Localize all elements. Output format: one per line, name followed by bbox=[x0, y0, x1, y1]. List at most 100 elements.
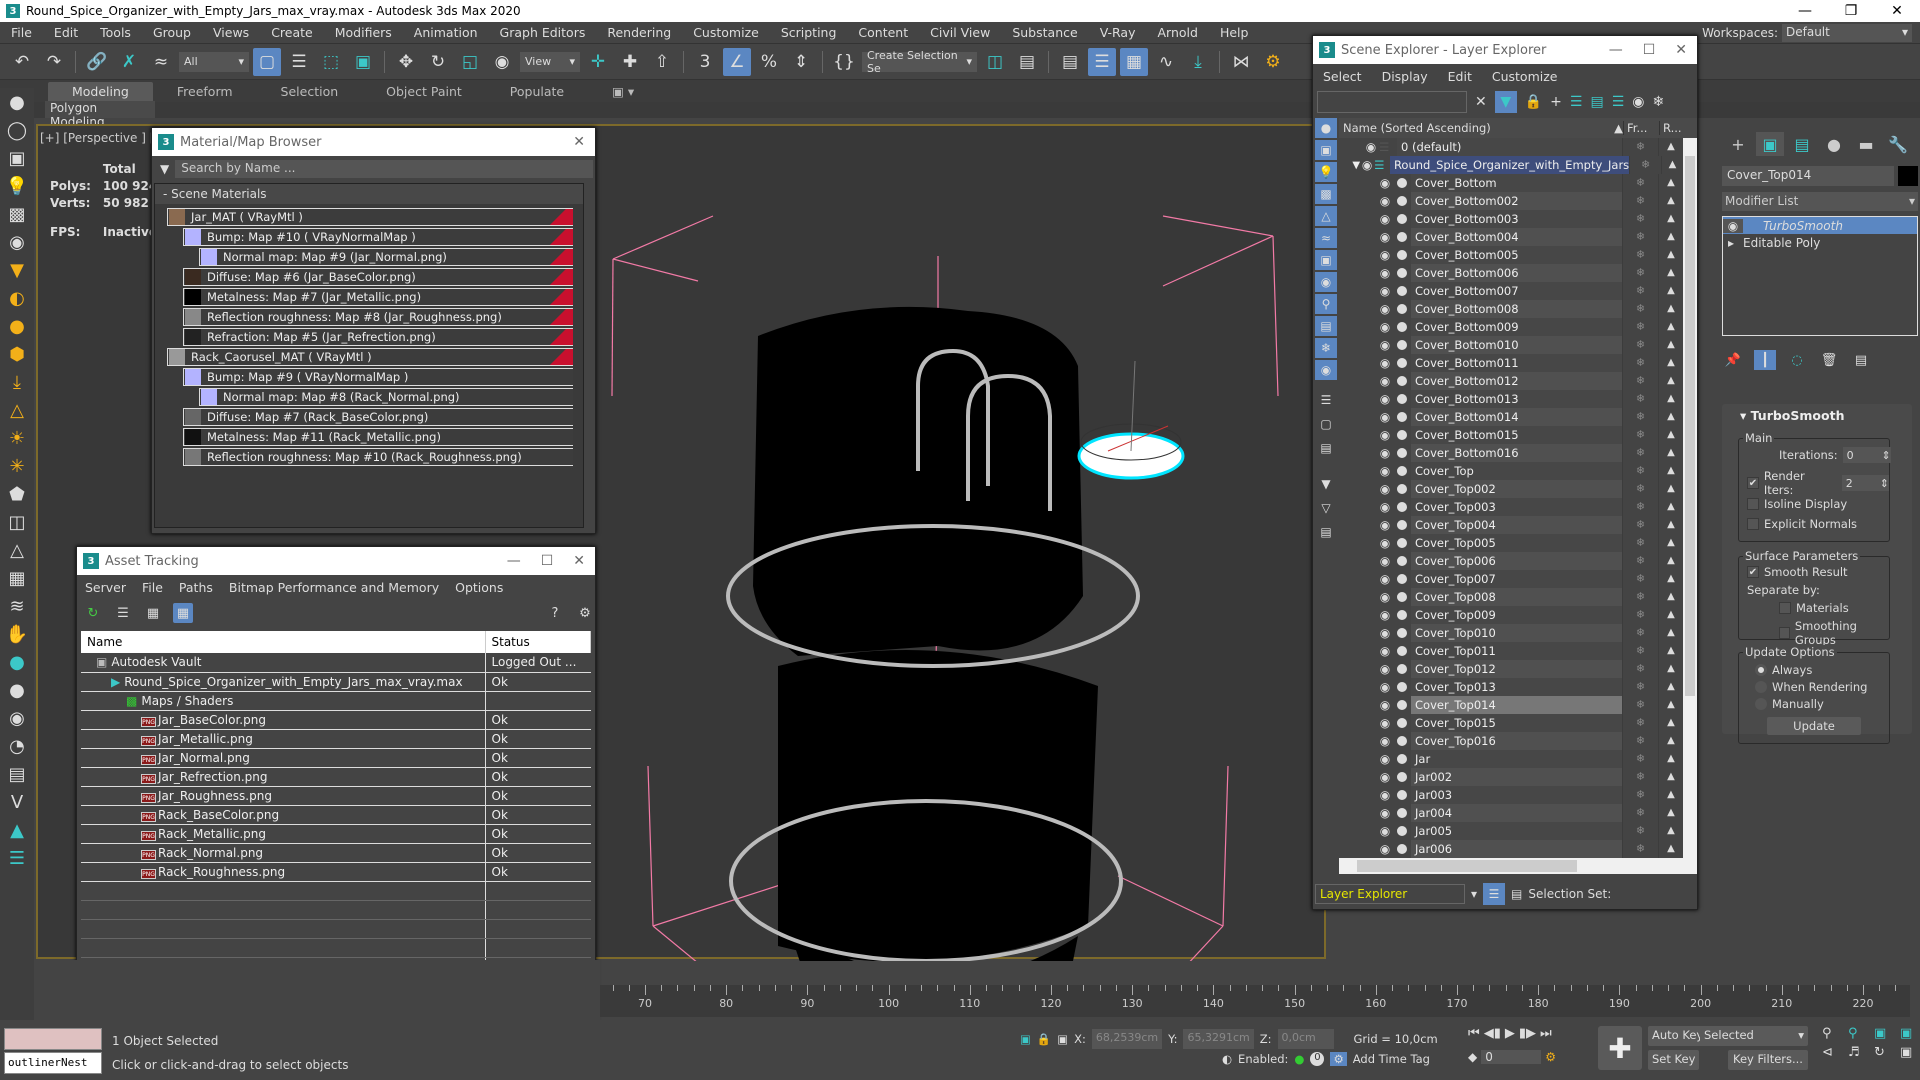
undo-icon[interactable]: ↶ bbox=[8, 48, 36, 76]
window-crossing-icon[interactable]: ▣ bbox=[349, 48, 377, 76]
tree-item[interactable]: ◉ Cover_Bottom002 ❄ ▲ bbox=[1339, 192, 1683, 210]
geosphere-icon[interactable]: ⬢ bbox=[2, 340, 32, 368]
eye-icon[interactable]: ◉ bbox=[1377, 320, 1393, 334]
renderable-teapot-icon[interactable]: ▲ bbox=[1659, 750, 1683, 768]
renderable-teapot-icon[interactable]: ▲ bbox=[1659, 840, 1683, 858]
renderable-teapot-icon[interactable]: ▲ bbox=[1659, 678, 1683, 696]
eye-icon[interactable]: ◉ bbox=[1377, 824, 1393, 838]
render-iters-spinner[interactable]: 2 ⇕ bbox=[1841, 475, 1889, 491]
tree-item[interactable]: ◉ ☰ 0 (default) ❄ ▲ bbox=[1339, 138, 1683, 156]
scene-explorer-icon[interactable]: ☰ bbox=[1088, 47, 1116, 76]
box-primitive-icon[interactable]: ⬟ bbox=[2, 480, 32, 508]
camera-icon[interactable]: ◉ bbox=[2, 228, 32, 256]
freeze-icon[interactable]: ❄ bbox=[1623, 624, 1659, 642]
chevron-down-icon[interactable]: ▾ bbox=[1471, 887, 1477, 901]
freeze-icon[interactable]: ❄ bbox=[1623, 426, 1659, 444]
freeze-icon[interactable]: ❄ bbox=[1623, 138, 1659, 156]
material-icon[interactable]: ◔ bbox=[2, 732, 32, 760]
tree-item[interactable]: ◉ Cover_Top008 ❄ ▲ bbox=[1339, 588, 1683, 606]
renderable-teapot-icon[interactable]: ▲ bbox=[1659, 390, 1683, 408]
eye-icon[interactable]: ◉ bbox=[1377, 806, 1393, 820]
table-row[interactable]: PNG Rack_BaseColor.png Ok bbox=[81, 805, 591, 825]
keyboard-shortcut-icon[interactable]: ⇧ bbox=[648, 48, 676, 76]
light-icon[interactable]: 💡 bbox=[2, 172, 32, 200]
eye-icon[interactable]: ◉ bbox=[1377, 302, 1393, 316]
workspaces-dropdown[interactable]: Default ▾ bbox=[1782, 23, 1912, 42]
tree-item[interactable]: ◉ Cover_Bottom005 ❄ ▲ bbox=[1339, 246, 1683, 264]
curve-editor-icon[interactable]: ∿ bbox=[1152, 48, 1180, 76]
find-input[interactable] bbox=[1317, 91, 1467, 113]
eye-icon[interactable]: ◉ bbox=[1377, 446, 1393, 460]
display-shapes-icon[interactable]: ▣ bbox=[1315, 140, 1337, 160]
zoom-icon[interactable]: ⚲ bbox=[1822, 1026, 1844, 1041]
next-frame-icon[interactable]: ▮▶ bbox=[1519, 1026, 1536, 1041]
eye-icon[interactable]: ◉ bbox=[1377, 608, 1393, 622]
eye-icon[interactable]: ◉ bbox=[1377, 590, 1393, 604]
eye-icon[interactable]: ◉ bbox=[1377, 284, 1393, 298]
tree-item[interactable]: ◉ Cover_Top012 ❄ ▲ bbox=[1339, 660, 1683, 678]
goto-end-icon[interactable]: ⏭ bbox=[1540, 1026, 1552, 1041]
tab-modeling[interactable]: Modeling bbox=[48, 81, 153, 101]
tab-object-paint[interactable]: Object Paint bbox=[362, 84, 486, 99]
viewport-label[interactable]: [+] [Perspective ] [St bbox=[40, 131, 167, 145]
column-frozen[interactable]: Fr... bbox=[1624, 121, 1660, 135]
renderable-teapot-icon[interactable]: ▲ bbox=[1659, 696, 1683, 714]
display-xrefs-icon[interactable]: ◉ bbox=[1315, 272, 1337, 292]
close-button[interactable]: ✕ bbox=[1874, 3, 1920, 19]
renderable-teapot-icon[interactable]: ▲ bbox=[1659, 570, 1683, 588]
display-cameras-icon[interactable]: ▩ bbox=[1315, 184, 1337, 204]
map-row[interactable]: Bump: Map #9 ( VRayNormalMap ) bbox=[183, 368, 573, 386]
time-config-icon[interactable]: ⚙ bbox=[1545, 1050, 1556, 1064]
render-setup-icon[interactable]: ⚙ bbox=[1259, 48, 1287, 76]
freeze-icon[interactable]: ❄ bbox=[1623, 318, 1659, 336]
tree-item[interactable]: ◉ Cover_Bottom004 ❄ ▲ bbox=[1339, 228, 1683, 246]
renderable-teapot-icon[interactable]: ▲ bbox=[1659, 192, 1683, 210]
freeze-icon[interactable]: ❄ bbox=[1623, 354, 1659, 372]
tree-item[interactable]: ◉ Jar003 ❄ ▲ bbox=[1339, 786, 1683, 804]
eye-icon[interactable]: ◉ bbox=[1377, 536, 1393, 550]
eye-icon[interactable]: ◉ bbox=[1377, 392, 1393, 406]
tree-item[interactable]: ◉ Cover_Top004 ❄ ▲ bbox=[1339, 516, 1683, 534]
hierarchy-mode-icon[interactable]: ▤ bbox=[1511, 887, 1522, 901]
menu-arnold[interactable]: Arnold bbox=[1147, 25, 1209, 40]
renderable-teapot-icon[interactable]: ▲ bbox=[1659, 660, 1683, 678]
eye-icon[interactable]: ◉ bbox=[1377, 518, 1393, 532]
tree-item[interactable]: ◉ Jar006 ❄ ▲ bbox=[1339, 840, 1683, 858]
horizontal-scrollbar[interactable] bbox=[1339, 858, 1697, 874]
renderable-teapot-icon[interactable]: ▲ bbox=[1659, 372, 1683, 390]
renderable-teapot-icon[interactable]: ▲ bbox=[1659, 318, 1683, 336]
when-rendering-radio[interactable] bbox=[1755, 681, 1767, 693]
renderable-teapot-icon[interactable]: ▲ bbox=[1659, 498, 1683, 516]
iterations-spinner[interactable]: 0 ⇕ bbox=[1842, 447, 1891, 463]
renderable-teapot-icon[interactable]: ▲ bbox=[1659, 588, 1683, 606]
freeze-icon[interactable]: ❄ bbox=[1623, 840, 1659, 858]
sphere-gray-icon[interactable]: ● bbox=[2, 676, 32, 704]
list-view-icon[interactable]: ☰ bbox=[113, 603, 133, 623]
hierarchy-tab-icon[interactable]: ▤ bbox=[1788, 132, 1816, 156]
palette-icon[interactable]: ◉ bbox=[2, 704, 32, 732]
freeze-icon[interactable]: ❄ bbox=[1623, 462, 1659, 480]
explorer-type-dropdown[interactable]: Layer Explorer bbox=[1315, 884, 1465, 904]
restore-button[interactable]: ❐ bbox=[1828, 3, 1874, 19]
auto-key-button[interactable]: Auto Key bbox=[1648, 1026, 1708, 1046]
new-layer-icon[interactable]: + bbox=[1550, 94, 1562, 110]
menu-edit[interactable]: Edit bbox=[1438, 69, 1482, 84]
freeze-icon[interactable]: ❄ bbox=[1623, 606, 1659, 624]
material-row[interactable]: Jar_MAT ( VRayMtl ) bbox=[167, 208, 573, 226]
render-iters-checkbox[interactable]: ✔ bbox=[1747, 477, 1759, 489]
renderable-teapot-icon[interactable]: ▲ bbox=[1659, 822, 1683, 840]
renderable-teapot-icon[interactable]: ▲ bbox=[1659, 408, 1683, 426]
renderable-teapot-icon[interactable]: ▲ bbox=[1659, 462, 1683, 480]
object-color-swatch[interactable] bbox=[1898, 166, 1918, 186]
script-icon[interactable]: ☰ bbox=[2, 844, 32, 872]
align-icon[interactable]: ▤ bbox=[1013, 48, 1041, 76]
freeze-layers-icon[interactable]: ❄ bbox=[1652, 94, 1664, 110]
hierarchy-icon[interactable]: ▤ bbox=[1590, 94, 1603, 110]
eye-icon[interactable]: ◉ bbox=[1377, 410, 1393, 424]
renderable-teapot-icon[interactable]: ▲ bbox=[1659, 300, 1683, 318]
layer-list-icon[interactable]: ▤ bbox=[1056, 48, 1084, 76]
eye-icon[interactable]: ◉ bbox=[1377, 698, 1393, 712]
freeze-icon[interactable]: ❄ bbox=[1623, 534, 1659, 552]
bind-spacewarp-icon[interactable]: ≈ bbox=[147, 48, 175, 76]
manually-radio[interactable] bbox=[1755, 698, 1767, 710]
